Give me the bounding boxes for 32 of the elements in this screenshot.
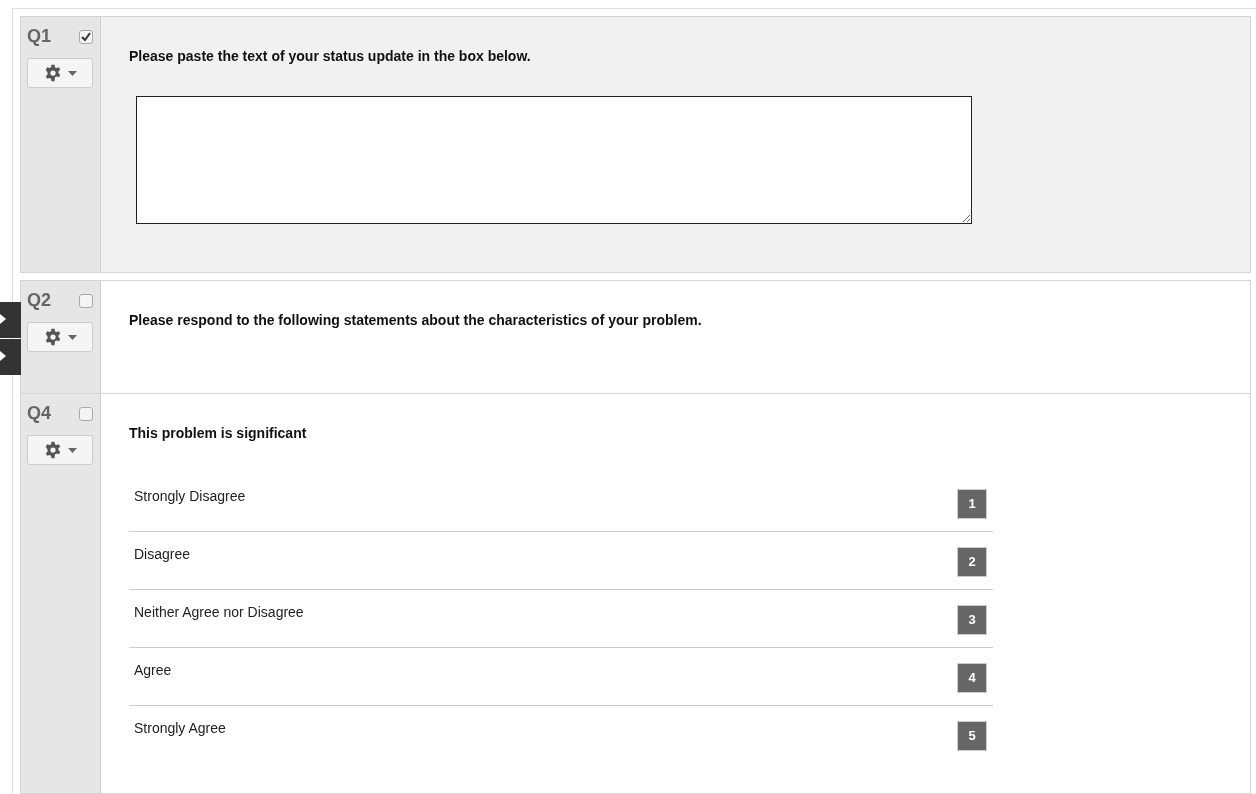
- choice-key: 3: [957, 605, 987, 635]
- choice-key: 4: [957, 663, 987, 693]
- side-handle[interactable]: [0, 339, 21, 375]
- choice-key: 1: [957, 489, 987, 519]
- question-text: Please respond to the following statements about the characteristics of your problem.: [129, 311, 703, 330]
- question-number: Q2: [27, 289, 51, 312]
- choice-label: Agree: [134, 661, 172, 680]
- choice-label: Disagree: [134, 545, 191, 564]
- question-number: Q1: [27, 25, 51, 48]
- gear-icon: [43, 328, 62, 346]
- choice-label: Strongly Disagree: [134, 487, 246, 506]
- checkbox[interactable]: [79, 293, 93, 308]
- question-text: This problem is significant: [129, 424, 308, 443]
- caret-icon: [67, 447, 77, 453]
- choice-label: Neither Agree nor Disagree: [134, 603, 304, 622]
- checkbox[interactable]: [79, 29, 93, 44]
- caret-icon: [67, 70, 77, 76]
- arrow-icon: [0, 351, 6, 361]
- settings-dropdown-button[interactable]: [27, 322, 93, 352]
- choice-label: Strongly Agree: [134, 719, 226, 738]
- choice-key: 5: [957, 721, 987, 751]
- side-handle[interactable]: [0, 302, 21, 338]
- choice-key: 2: [957, 547, 987, 577]
- gear-icon: [43, 441, 62, 459]
- caret-icon: [67, 334, 77, 340]
- question-text: Please paste the text of your status update in the box below.: [129, 47, 532, 66]
- arrow-icon: [0, 314, 6, 324]
- checkbox[interactable]: [79, 406, 93, 421]
- gear-icon: [43, 64, 62, 82]
- settings-dropdown-button[interactable]: [27, 435, 93, 465]
- settings-dropdown-button[interactable]: [27, 58, 93, 88]
- question-number: Q4: [27, 402, 51, 425]
